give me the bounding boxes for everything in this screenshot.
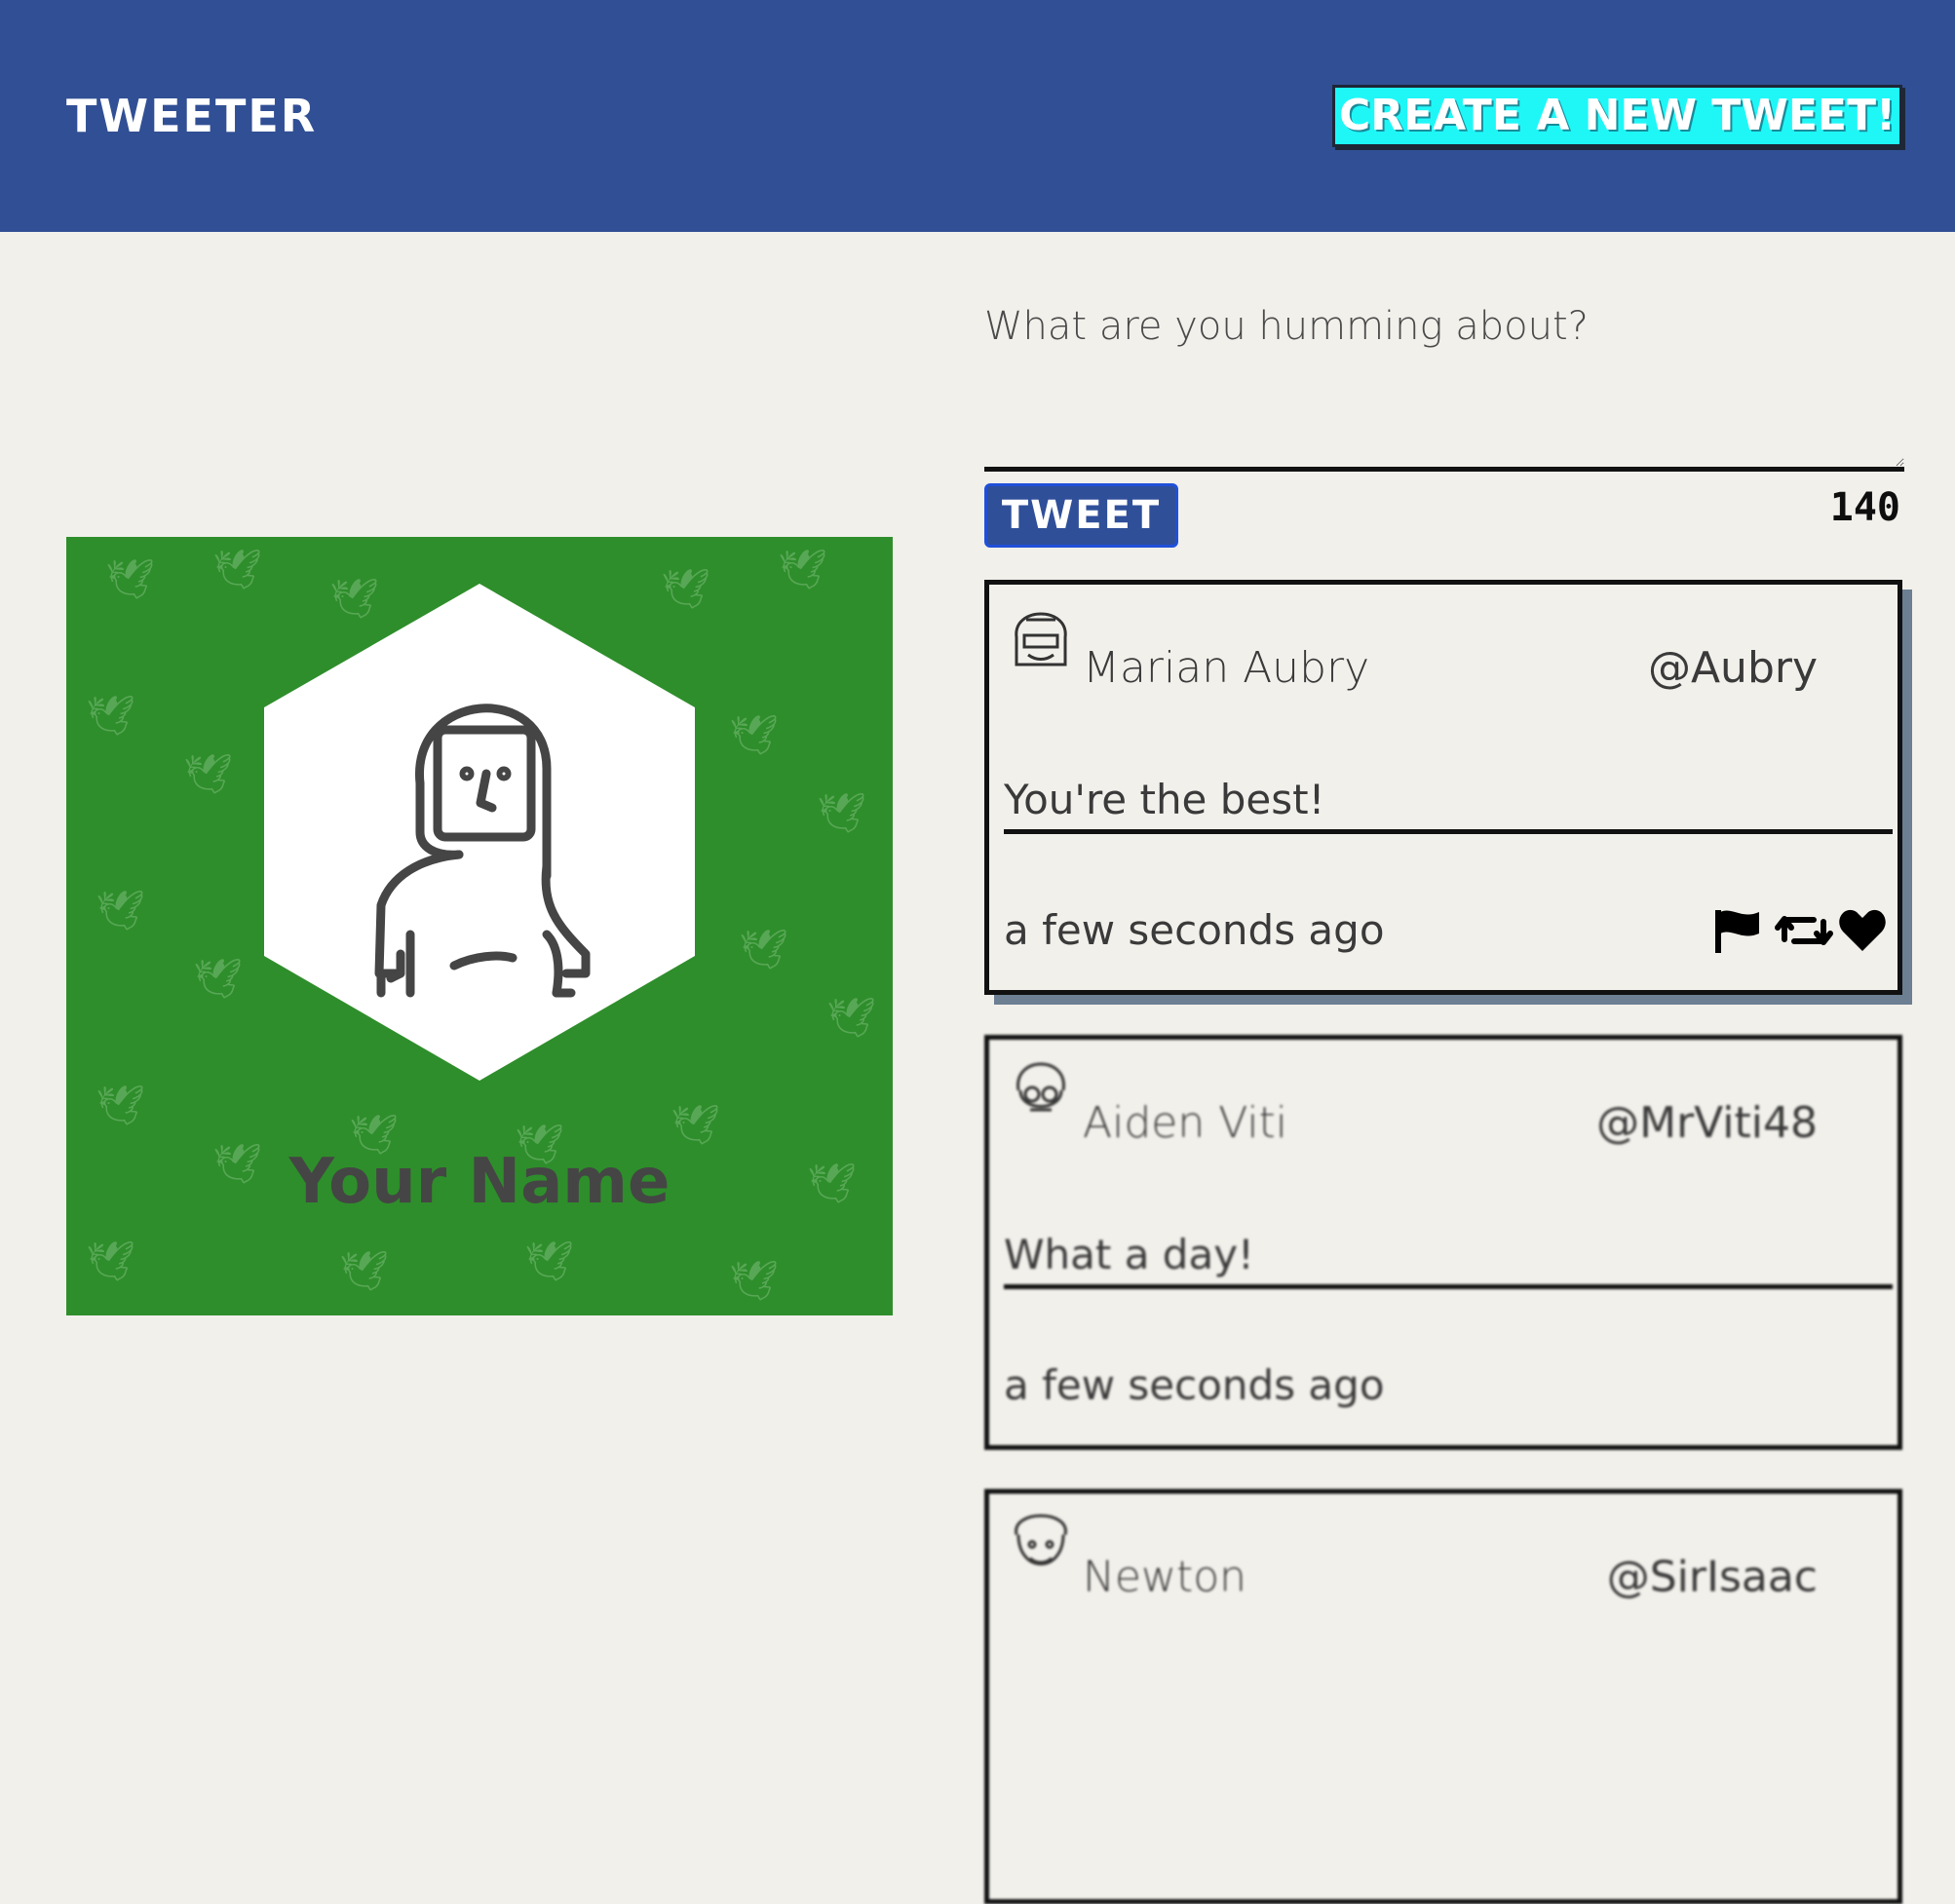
profile-avatar	[264, 584, 695, 1081]
bird-icon: 🕊	[339, 1249, 389, 1294]
bird-icon: 🕊	[729, 1259, 779, 1304]
top-nav: Tweeter Create a new tweet!	[0, 0, 1955, 232]
tweet-author-name: Newton	[1083, 1552, 1247, 1602]
tweet-author-handle: @SirIsaac	[1606, 1552, 1818, 1602]
bird-icon: 🕊	[826, 996, 876, 1041]
bird-icon: 🕊	[86, 694, 135, 739]
bird-icon: 🕊	[105, 557, 155, 602]
tweet-timestamp: a few seconds ago	[1004, 906, 1385, 954]
tweet-author-handle: @Aubry	[1647, 643, 1818, 693]
retweet-icon[interactable]	[1775, 906, 1833, 955]
heart-icon[interactable]	[1837, 906, 1888, 955]
tweet-compose-input[interactable]	[984, 290, 1904, 472]
bird-icon: 🕊	[96, 1084, 145, 1128]
create-new-tweet-button[interactable]: Create a new tweet!	[1332, 85, 1902, 147]
bird-icon: 🕊	[524, 1239, 574, 1284]
user-avatar-icon	[1015, 1514, 1067, 1566]
tweet-card: Marian Aubry @Aubry You're the best! a f…	[984, 580, 1902, 995]
tweet-author-name: Aiden Viti	[1083, 1098, 1288, 1148]
profile-name: Your Name	[288, 1146, 671, 1218]
bird-icon: 🕊	[739, 928, 788, 972]
tweet-card: Newton @SirIsaac	[984, 1489, 1902, 1904]
bird-icon: 🕊	[729, 713, 779, 758]
bird-icon: 🕊	[96, 889, 145, 933]
bird-icon: 🕊	[212, 548, 262, 592]
tweet-text: You're the best!	[1004, 776, 1893, 834]
tweet-timestamp: a few seconds ago	[1004, 1361, 1385, 1409]
char-counter: 140	[1829, 485, 1900, 530]
tweet-author-name: Marian Aubry	[1083, 643, 1370, 693]
bird-icon: 🕊	[778, 548, 827, 592]
user-avatar-icon	[1016, 1062, 1065, 1112]
tweet-submit-button[interactable]: Tweet	[984, 483, 1178, 548]
user-avatar-icon	[1015, 612, 1067, 666]
profile-card: 🕊 🕊 🕊 🕊 🕊 🕊 🕊 🕊 🕊 🕊 🕊 🕊 🕊 🕊 🕊 🕊 🕊 🕊 🕊 🕊 …	[66, 537, 893, 1315]
tweet-card: Aiden Viti @MrViti48 What a day! a few s…	[984, 1035, 1902, 1450]
bird-icon: 🕊	[193, 957, 243, 1002]
bird-icon: 🕊	[817, 791, 866, 836]
tweet-actions	[1712, 906, 1888, 955]
flag-icon[interactable]	[1712, 906, 1763, 955]
bird-icon: 🕊	[183, 752, 233, 797]
bird-icon: 🕊	[86, 1239, 135, 1284]
tweet-author-handle: @MrViti48	[1596, 1098, 1818, 1148]
bird-icon: 🕊	[671, 1103, 720, 1148]
tweet-text: What a day!	[1004, 1231, 1893, 1289]
brand-logo[interactable]: Tweeter	[66, 90, 317, 142]
